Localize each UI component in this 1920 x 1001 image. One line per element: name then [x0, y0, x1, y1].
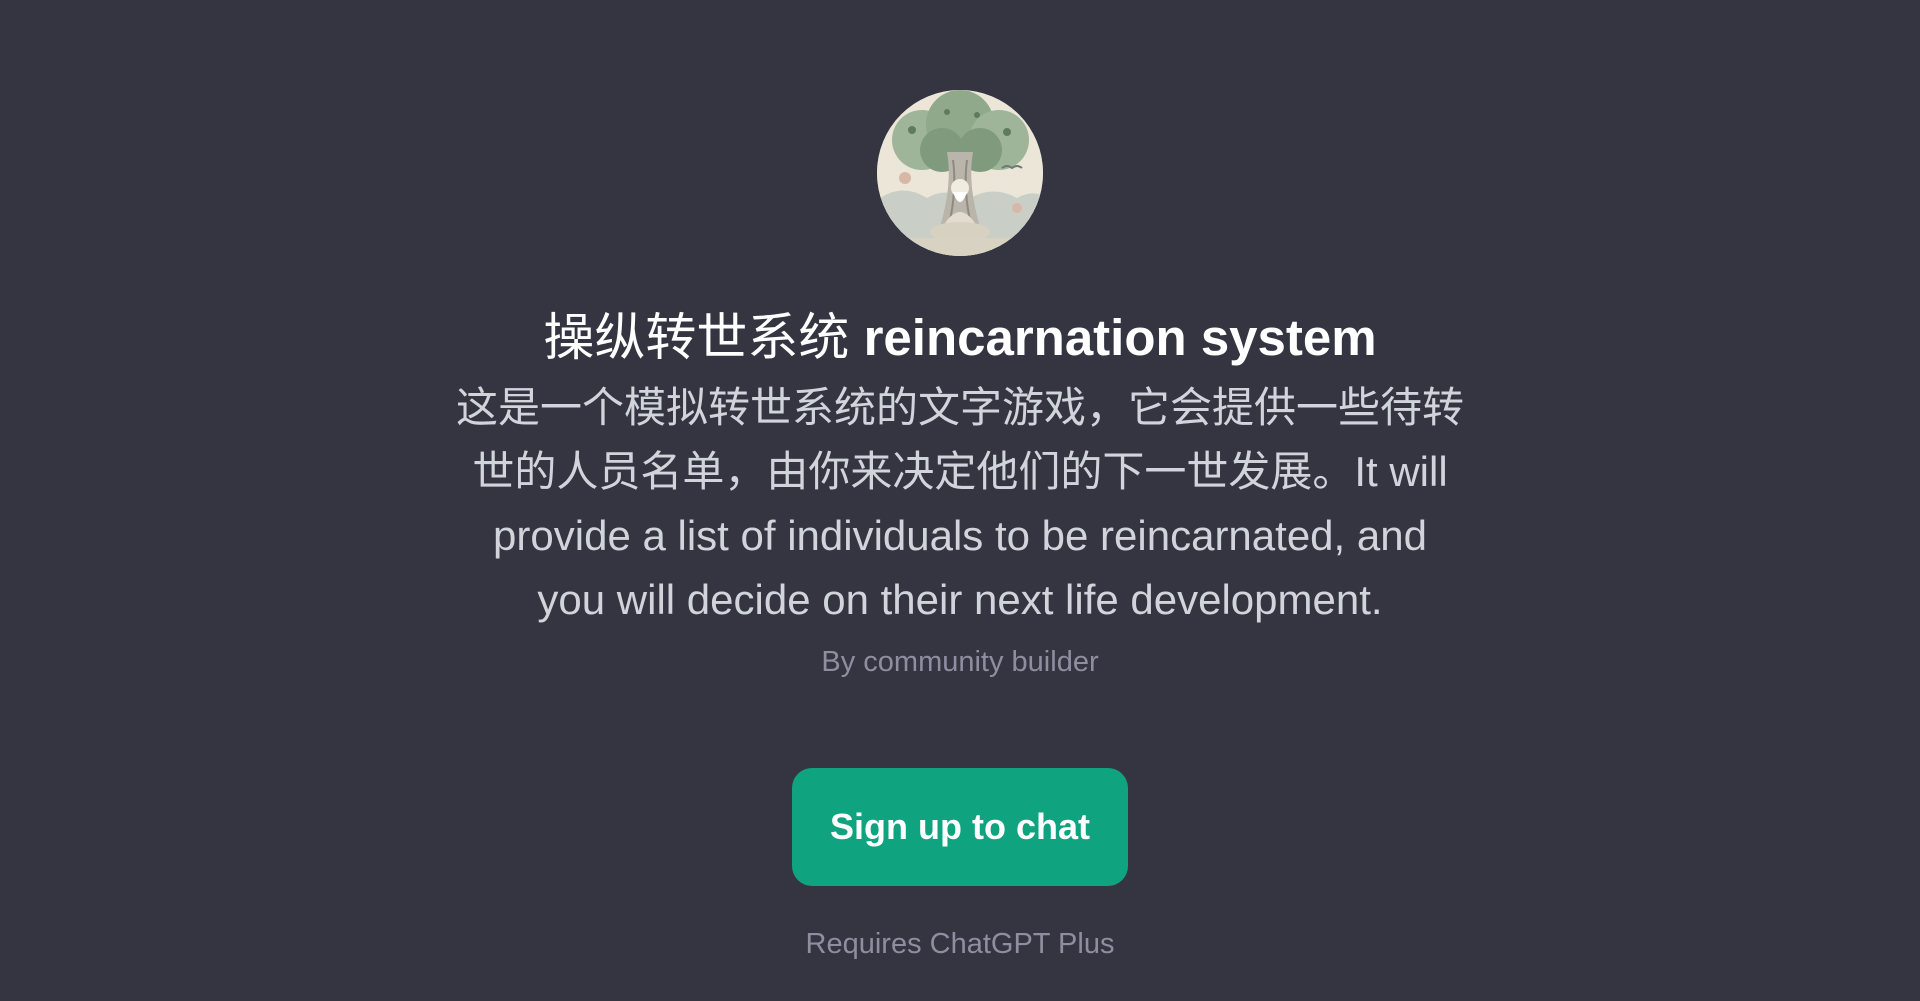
gpt-profile: 操纵转世系统 reincarnation system 这是一个模拟转世系统的文… — [0, 90, 1920, 964]
gpt-author-byline: By community builder — [821, 646, 1099, 678]
meditating-sage-under-tree-icon — [877, 90, 1043, 256]
requires-plus-note: Requires ChatGPT Plus — [805, 928, 1115, 960]
gpt-landing-page: 操纵转世系统 reincarnation system 这是一个模拟转世系统的文… — [0, 0, 1920, 1001]
gpt-title-english: reincarnation system — [863, 309, 1377, 366]
sign-up-to-chat-button[interactable]: Sign up to chat — [792, 768, 1128, 886]
gpt-avatar — [877, 90, 1043, 256]
gpt-description: 这是一个模拟转世系统的文字游戏，它会提供一些待转世的人员名单，由你来决定他们的下… — [455, 384, 1464, 623]
gpt-title-chinese: 操纵转世系统 — [543, 309, 850, 366]
gpt-title: 操纵转世系统 reincarnation system — [543, 308, 1376, 368]
